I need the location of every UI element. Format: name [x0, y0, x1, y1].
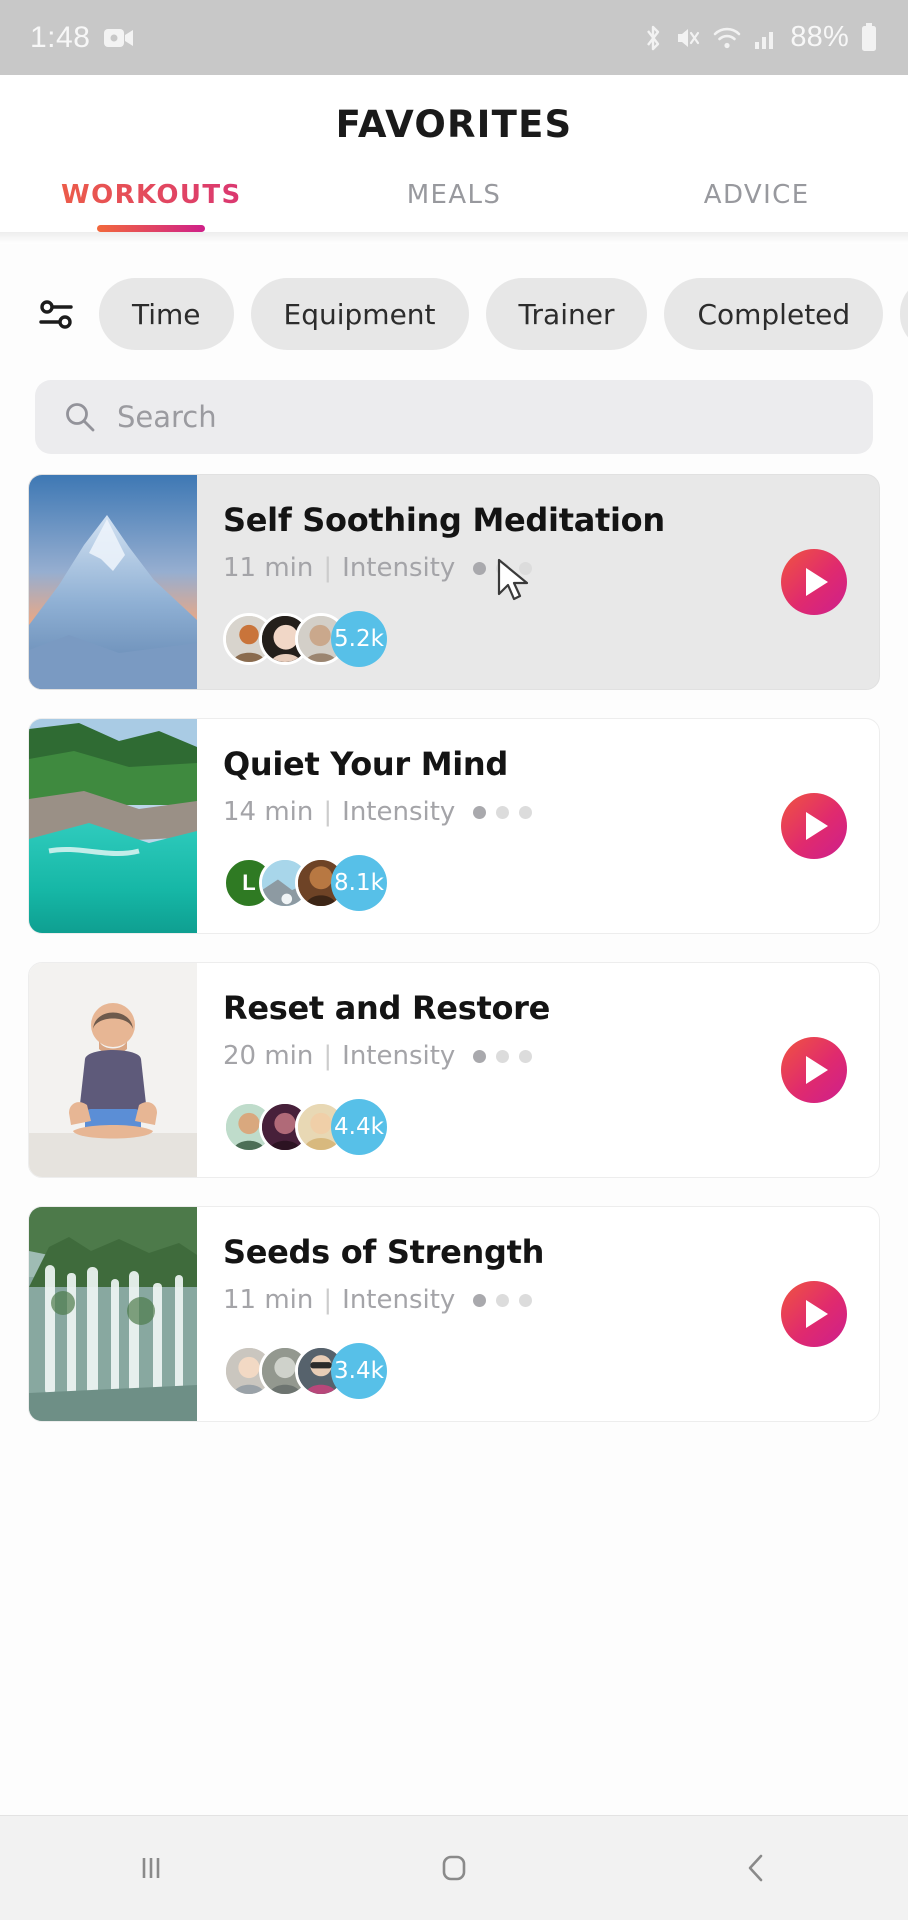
intensity-dot — [473, 561, 487, 575]
workout-duration: 14 min — [223, 797, 314, 827]
battery-percentage: 88% — [790, 21, 849, 53]
workout-thumbnail — [29, 719, 197, 933]
filter-chip-row[interactable]: Time Equipment Trainer Completed — [0, 266, 908, 362]
workout-thumbnail — [29, 475, 197, 689]
workout-intensity-label: Intensity — [342, 797, 456, 827]
filter-chip-overflow[interactable] — [900, 278, 908, 350]
workout-card[interactable]: Seeds of Strength 11 min | Intensity 3.4… — [28, 1206, 880, 1422]
participant-avatars[interactable]: 5.2k — [223, 611, 387, 667]
workout-card[interactable]: Reset and Restore 20 min | Intensity 4.4… — [28, 962, 880, 1178]
filter-chip-time[interactable]: Time — [99, 278, 234, 350]
workout-title: Self Soothing Meditation — [223, 501, 665, 539]
intensity-dot — [473, 1293, 487, 1307]
app-header: FAVORITES WORKOUTS MEALS ADVICE — [0, 75, 908, 232]
workout-list: Self Soothing Meditation 11 min | Intens… — [0, 454, 908, 1422]
intensity-dot — [496, 561, 510, 575]
workout-thumbnail — [29, 963, 197, 1177]
play-button[interactable] — [781, 793, 847, 859]
intensity-dot — [519, 1049, 533, 1063]
workout-duration: 11 min — [223, 1285, 314, 1315]
play-button[interactable] — [781, 549, 847, 615]
tab-advice[interactable]: ADVICE — [605, 180, 908, 232]
intensity-dot — [473, 805, 487, 819]
workout-intensity-label: Intensity — [342, 1285, 456, 1315]
workout-duration: 11 min — [223, 553, 314, 583]
main-content: Time Equipment Trainer Completed Search — [0, 244, 908, 1864]
participant-count-badge: 5.2k — [331, 611, 387, 667]
tab-workouts[interactable]: WORKOUTS — [0, 180, 303, 232]
intensity-dots — [473, 1293, 533, 1307]
search-input[interactable]: Search — [35, 380, 873, 454]
participant-avatars[interactable]: 4.4k — [223, 1099, 387, 1155]
workout-card[interactable]: Self Soothing Meditation 11 min | Intens… — [28, 474, 880, 690]
participant-count-badge: 4.4k — [331, 1099, 387, 1155]
workout-card-body: Quiet Your Mind 14 min | Intensity L 8.1… — [197, 719, 879, 933]
status-bar-left: 1:48 — [30, 21, 134, 55]
intensity-dots — [473, 1049, 533, 1063]
intensity-dot — [496, 1293, 510, 1307]
home-button[interactable] — [303, 1848, 606, 1888]
filter-sliders-icon[interactable] — [30, 291, 82, 337]
workout-title: Seeds of Strength — [223, 1233, 545, 1271]
play-button[interactable] — [781, 1037, 847, 1103]
intensity-dot — [519, 561, 533, 575]
meta-separator: | — [323, 1285, 333, 1315]
signal-icon — [753, 25, 779, 51]
workout-card[interactable]: Quiet Your Mind 14 min | Intensity L 8.1… — [28, 718, 880, 934]
participant-avatars[interactable]: 3.4k — [223, 1343, 387, 1399]
intensity-dots — [473, 805, 533, 819]
screen-record-icon — [104, 27, 134, 49]
workout-thumbnail — [29, 1207, 197, 1421]
workout-duration: 20 min — [223, 1041, 314, 1071]
intensity-dot — [519, 1293, 533, 1307]
bluetooth-icon — [642, 24, 664, 52]
intensity-dots — [473, 561, 533, 575]
android-nav-bar — [0, 1815, 908, 1920]
recents-button[interactable] — [0, 1848, 303, 1888]
workout-card-body: Reset and Restore 20 min | Intensity 4.4… — [197, 963, 879, 1177]
play-button[interactable] — [781, 1281, 847, 1347]
workout-intensity-label: Intensity — [342, 1041, 456, 1071]
tab-bar: WORKOUTS MEALS ADVICE — [0, 180, 908, 232]
page-title: FAVORITES — [335, 103, 573, 146]
intensity-dot — [519, 805, 533, 819]
header-divider — [0, 232, 908, 244]
workout-card-body: Self Soothing Meditation 11 min | Intens… — [197, 475, 879, 689]
meta-separator: | — [323, 1041, 333, 1071]
participant-count-badge: 8.1k — [331, 855, 387, 911]
intensity-dot — [496, 1049, 510, 1063]
search-bar-wrapper: Search — [0, 362, 908, 454]
meta-separator: | — [323, 553, 333, 583]
participant-count-badge: 3.4k — [331, 1343, 387, 1399]
tab-meals[interactable]: MEALS — [303, 180, 606, 232]
battery-icon — [860, 22, 878, 53]
intensity-dot — [496, 805, 510, 819]
search-icon — [63, 400, 97, 434]
filter-chip-completed[interactable]: Completed — [664, 278, 884, 350]
filter-chip-equipment[interactable]: Equipment — [250, 278, 469, 350]
intensity-dot — [473, 1049, 487, 1063]
workout-title: Reset and Restore — [223, 989, 551, 1027]
workout-title: Quiet Your Mind — [223, 745, 509, 783]
wifi-icon — [712, 25, 742, 51]
back-button[interactable] — [605, 1848, 908, 1888]
status-bar: 1:48 88% — [0, 0, 908, 75]
filter-chip-trainer[interactable]: Trainer — [485, 278, 648, 350]
status-bar-right: 88% — [642, 21, 878, 54]
participant-avatars[interactable]: L 8.1k — [223, 855, 387, 911]
workout-card-body: Seeds of Strength 11 min | Intensity 3.4… — [197, 1207, 879, 1421]
status-bar-clock: 1:48 — [30, 20, 91, 54]
workout-intensity-label: Intensity — [342, 553, 456, 583]
meta-separator: | — [323, 797, 333, 827]
mute-icon — [675, 25, 701, 51]
search-placeholder: Search — [117, 400, 217, 434]
